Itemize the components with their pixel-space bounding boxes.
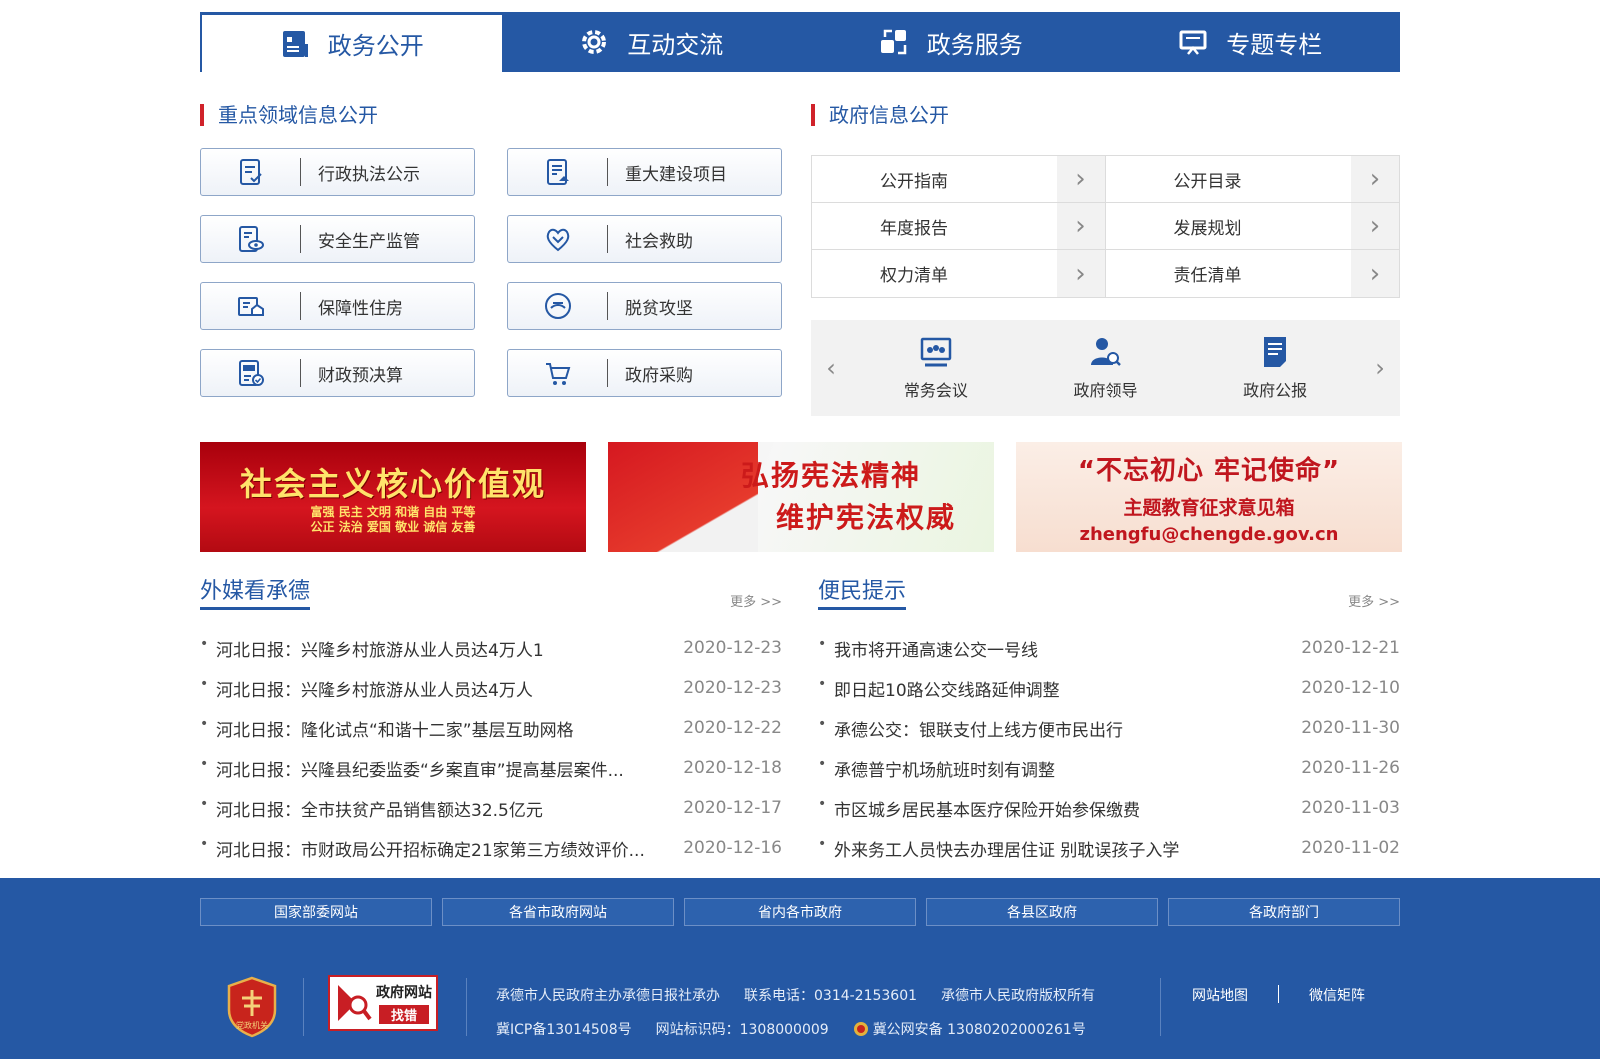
gov-info-development-plan[interactable]: 发展规划 › <box>1105 203 1399 250</box>
footer-link-ministries[interactable]: 国家部委网站 <box>200 898 432 926</box>
list-item[interactable]: 市区城乡居民基本医疗保险开始参保缴费2020-11-03 <box>818 788 1400 828</box>
wechat-matrix-link[interactable]: 微信矩阵 <box>1309 985 1365 1005</box>
site-footer: 国家部委网站 各省市政府网站 省内各市政府 各县区政府 各政府部门 党政机关 政… <box>0 878 1600 1059</box>
gov-info-table: 公开指南 › 公开目录 › 年度报告 › 发展规划 › 权力清单 › 责任清单 › <box>811 155 1400 298</box>
chevron-right-icon: › <box>1351 250 1399 297</box>
chevron-right-icon: › <box>1056 250 1105 297</box>
top-nav: 政务公开 互动交流 政务服务 专题专栏 <box>200 12 1400 72</box>
document-list-icon <box>282 30 308 57</box>
carousel-prev-button[interactable]: ‹ <box>811 354 851 382</box>
party-government-emblem-icon[interactable]: 党政机关 <box>225 976 279 1038</box>
gov-carousel: ‹ 常务会议 政府领导 政府公报 › <box>811 320 1400 416</box>
tab-government-affairs[interactable]: 政务公开 <box>200 12 502 72</box>
poverty-alleviation-button[interactable]: 脱贫攻坚 <box>507 282 782 330</box>
safety-supervision-button[interactable]: 安全生产监管 <box>200 215 475 263</box>
housing-icon <box>237 297 264 316</box>
tab-label: 互动交流 <box>627 30 724 59</box>
gov-info-title: 政府信息公开 <box>811 104 949 126</box>
chevron-right-icon: › <box>1351 156 1399 202</box>
sitemap-link[interactable]: 网站地图 <box>1192 985 1248 1005</box>
service-exchange-icon <box>880 29 906 55</box>
social-assistance-button[interactable]: 社会救助 <box>507 215 782 263</box>
news-citizen-tips: 便民提示 更多 >> 我市将开通高速公交一号线2020-12-21 即日起10路… <box>818 578 1400 868</box>
gov-info-catalog[interactable]: 公开目录 › <box>1105 156 1399 203</box>
gov-info-annual-report[interactable]: 年度报告 › <box>812 203 1106 250</box>
police-badge-icon <box>853 1022 868 1036</box>
list-item[interactable]: 承德普宁机场航班时刻有调整2020-11-26 <box>818 748 1400 788</box>
law-document-icon <box>239 159 262 185</box>
banner-core-values[interactable]: 社会主义核心价值观 富强 民主 文明 和谐 自由 平等 公正 法治 爱国 敬业 … <box>200 442 586 552</box>
meeting-icon <box>920 337 952 367</box>
safety-supervision-icon <box>238 226 264 252</box>
emblem-label: 党政机关 <box>236 1020 268 1030</box>
heart-hands-icon <box>546 228 569 252</box>
footer-link-bar: 国家部委网站 各省市政府网站 省内各市政府 各县区政府 各政府部门 <box>200 898 1400 926</box>
gear-icon <box>582 30 607 54</box>
divider <box>303 978 304 1036</box>
fiscal-budget-button[interactable]: 财政预决算 <box>200 349 475 397</box>
list-item[interactable]: 承德公交：银联支付上线方便市民出行2020-11-30 <box>818 708 1400 748</box>
tab-label: 政务服务 <box>926 30 1023 59</box>
list-item[interactable]: 河北日报：兴隆县纪委监委“乡案直审”提高基层案件...2020-12-18 <box>200 748 782 788</box>
poverty-alleviation-icon <box>544 293 571 319</box>
affordable-housing-button[interactable]: 保障性住房 <box>200 282 475 330</box>
key-areas-grid: 行政执法公示 重大建设项目 安全生产监管 社会救助 保障性住房 脱贫攻坚 财政预… <box>200 148 782 397</box>
footer-right-links: 网站地图 微信矩阵 <box>1192 985 1365 1005</box>
finance-budget-icon <box>238 360 264 386</box>
list-item[interactable]: 我市将开通高速公交一号线2020-12-21 <box>818 628 1400 668</box>
law-enforcement-button[interactable]: 行政执法公示 <box>200 148 475 196</box>
news-foreign-media: 外媒看承德 更多 >> 河北日报：兴隆乡村旅游从业人员达4万人12020-12-… <box>200 578 782 868</box>
list-item[interactable]: 河北日报：全市扶贫产品销售额达32.5亿元2020-12-17 <box>200 788 782 828</box>
divider <box>466 978 467 1036</box>
list-item[interactable]: 河北日报：兴隆乡村旅游从业人员达4万人12020-12-23 <box>200 628 782 668</box>
construction-project-icon <box>546 159 569 185</box>
footer-link-counties[interactable]: 各县区政府 <box>926 898 1158 926</box>
list-item[interactable]: 河北日报：隆化试点“和谐十二家”基层互助网格2020-12-22 <box>200 708 782 748</box>
footer-link-provinces[interactable]: 各省市政府网站 <box>442 898 674 926</box>
banner-constitution[interactable]: 弘扬宪法精神 维护宪法权威 <box>608 442 994 552</box>
gov-info-responsibility-list[interactable]: 责任清单 › <box>1106 250 1399 297</box>
chevron-right-icon: › <box>1056 203 1105 249</box>
chevron-right-icon: › <box>1351 203 1399 249</box>
tab-services[interactable]: 政务服务 <box>801 12 1101 72</box>
news-title[interactable]: 外媒看承德 <box>200 573 311 610</box>
list-item[interactable]: 即日起10路公交线路延伸调整2020-12-10 <box>818 668 1400 708</box>
leader-icon <box>1091 338 1122 366</box>
website-error-report-button[interactable]: 政府网站 找错 <box>328 975 438 1031</box>
carousel-item-leaders[interactable]: 政府领导 <box>1073 335 1137 401</box>
gov-info-guide[interactable]: 公开指南 › <box>812 156 1106 203</box>
tab-label: 专题专栏 <box>1226 30 1323 59</box>
magnifier-icon <box>338 985 372 1021</box>
footer-info-line-2: 冀ICP备13014508号 网站标识码：1308000009 冀公网安备 13… <box>496 1022 1086 1038</box>
shopping-cart-icon <box>545 363 570 385</box>
tab-special-topics[interactable]: 专题专栏 <box>1101 12 1401 72</box>
news-title[interactable]: 便民提示 <box>818 573 907 610</box>
red-flag-decoration <box>608 442 758 552</box>
government-procurement-button[interactable]: 政府采购 <box>507 349 782 397</box>
tab-interaction[interactable]: 互动交流 <box>502 12 802 72</box>
footer-link-cities[interactable]: 省内各市政府 <box>684 898 916 926</box>
banner-original-aspiration[interactable]: “不忘初心 牢记使命” 主题教育征求意见箱 zhengfu@chengde.go… <box>1016 442 1402 552</box>
list-item[interactable]: 河北日报：兴隆乡村旅游从业人员达4万人2020-12-23 <box>200 668 782 708</box>
carousel-item-meeting[interactable]: 常务会议 <box>904 335 968 401</box>
carousel-item-gazette[interactable]: 政府公报 <box>1243 335 1307 401</box>
carousel-next-button[interactable]: › <box>1360 354 1400 382</box>
presentation-board-icon <box>1179 30 1207 55</box>
chevron-right-icon: › <box>1056 156 1105 202</box>
major-projects-button[interactable]: 重大建设项目 <box>507 148 782 196</box>
tab-label: 政务公开 <box>327 32 424 60</box>
divider <box>1278 985 1279 1003</box>
more-link[interactable]: 更多 >> <box>730 591 782 610</box>
list-item[interactable]: 河北日报：市财政局公开招标确定21家第三方绩效评价...2020-12-16 <box>200 828 782 868</box>
divider <box>1160 978 1161 1036</box>
gov-info-power-list[interactable]: 权力清单 › <box>812 250 1106 297</box>
gazette-icon <box>1264 337 1287 367</box>
list-item[interactable]: 外来务工人员快去办理居住证 别耽误孩子入学2020-11-02 <box>818 828 1400 868</box>
footer-link-departments[interactable]: 各政府部门 <box>1168 898 1400 926</box>
more-link[interactable]: 更多 >> <box>1348 591 1400 610</box>
key-areas-title: 重点领域信息公开 <box>200 104 378 126</box>
footer-info-line-1: 承德市人民政府主办承德日报社承办 联系电话：0314-2153601 承德市人民… <box>496 988 1096 1004</box>
